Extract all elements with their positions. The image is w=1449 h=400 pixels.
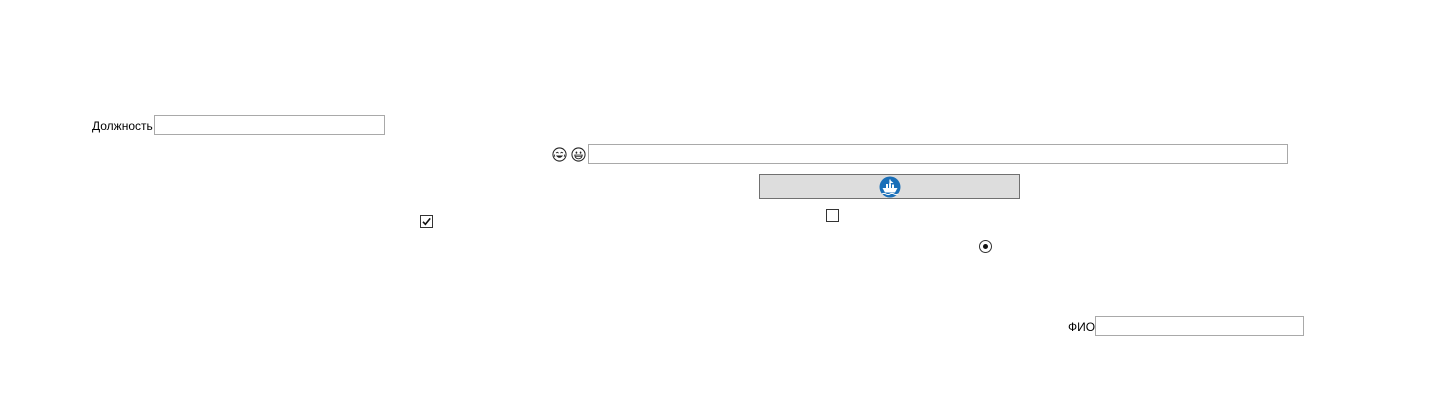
checkbox-unchecked[interactable] — [826, 209, 839, 222]
laughing-face-icon[interactable] — [552, 147, 567, 162]
fio-input[interactable] — [1095, 316, 1304, 336]
fio-label: ФИО — [1068, 320, 1096, 334]
radio-dot — [983, 244, 988, 249]
grinning-face-icon[interactable] — [571, 147, 586, 162]
position-input[interactable] — [154, 115, 385, 135]
checkbox-checked[interactable] — [420, 215, 433, 228]
checkmark-icon — [422, 217, 431, 226]
message-input[interactable] — [588, 144, 1288, 164]
ship-icon — [879, 176, 901, 198]
radio-button-selected[interactable] — [979, 240, 992, 253]
ship-image-button[interactable] — [759, 174, 1020, 199]
position-label: Должность — [92, 119, 153, 133]
